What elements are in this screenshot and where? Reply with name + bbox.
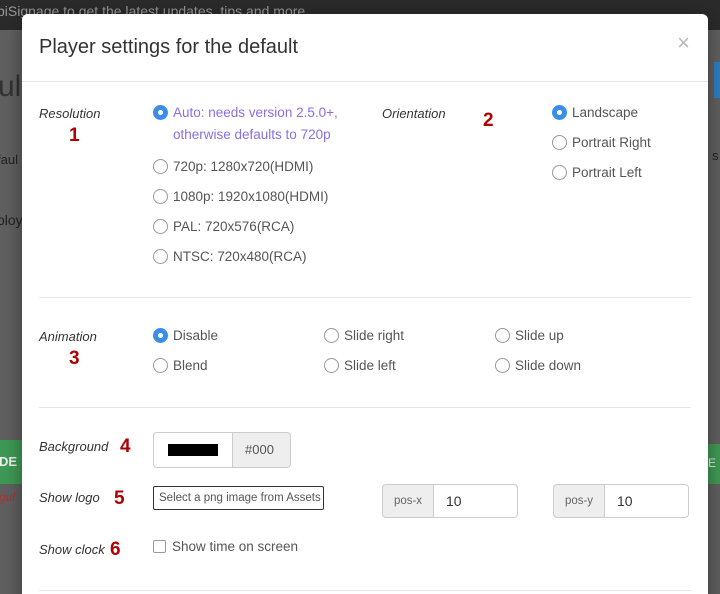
radio-unchecked-icon xyxy=(153,159,168,174)
annotation-number-1: 1 xyxy=(69,125,80,146)
bg-text-fragment: oloy xyxy=(0,212,23,228)
orientation-portrait-right-label: Portrait Right xyxy=(572,135,651,150)
color-hex-value: #000 xyxy=(233,432,291,468)
orientation-portrait-left-label: Portrait Left xyxy=(572,165,642,180)
resolution-pal-label: PAL: 720x576(RCA) xyxy=(173,219,295,234)
animation-slide-left-label: Slide left xyxy=(344,358,396,373)
animation-disable-radio[interactable]: Disable xyxy=(153,325,218,347)
radio-checked-icon xyxy=(153,105,168,120)
close-button[interactable]: × xyxy=(677,32,690,54)
player-settings-modal: Player settings for the default × Resolu… xyxy=(22,14,708,594)
pos-x-input[interactable]: 10 xyxy=(434,484,518,518)
color-swatch xyxy=(168,444,218,456)
orientation-landscape-radio[interactable]: Landscape xyxy=(552,102,638,124)
radio-unchecked-icon xyxy=(153,249,168,264)
radio-unchecked-icon xyxy=(153,358,168,373)
resolution-pal-radio[interactable]: PAL: 720x576(RCA) xyxy=(153,216,294,238)
section-divider xyxy=(39,297,691,298)
orientation-label: Orientation xyxy=(382,106,446,121)
resolution-1080p-radio[interactable]: 1080p: 1920x1080(HDMI) xyxy=(153,186,328,208)
animation-slide-left-radio[interactable]: Slide left xyxy=(324,355,396,377)
resolution-ntsc-radio[interactable]: NTSC: 720x480(RCA) xyxy=(153,246,307,268)
orientation-landscape-label: Landscape xyxy=(572,105,639,120)
resolution-ntsc-label: NTSC: 720x480(RCA) xyxy=(173,249,307,264)
animation-slide-up-radio[interactable]: Slide up xyxy=(495,325,564,347)
radio-unchecked-icon xyxy=(495,358,510,373)
annotation-number-2: 2 xyxy=(483,110,494,131)
show-time-checkbox[interactable]: Show time on screen xyxy=(153,539,298,554)
bg-button-label: E xyxy=(708,456,717,470)
animation-blend-label: Blend xyxy=(173,358,208,373)
radio-checked-icon xyxy=(153,328,168,343)
resolution-auto-label: Auto: needs version 2.5.0+, otherwise de… xyxy=(173,105,338,142)
checkbox-unchecked-icon xyxy=(153,540,166,553)
color-swatch-box[interactable] xyxy=(153,432,233,468)
background-label: Background xyxy=(39,439,109,454)
animation-blend-radio[interactable]: Blend xyxy=(153,355,208,377)
animation-slide-right-label: Slide right xyxy=(344,328,405,343)
background-color-picker[interactable]: #000 xyxy=(153,432,291,468)
annotation-number-3: 3 xyxy=(69,348,80,369)
resolution-720p-label: 720p: 1280x720(HDMI) xyxy=(173,159,314,174)
annotation-number-5: 5 xyxy=(114,488,125,509)
resolution-720p-radio[interactable]: 720p: 1280x720(HDMI) xyxy=(153,156,313,178)
annotation-number-4: 4 xyxy=(120,436,131,457)
section-divider xyxy=(39,407,691,408)
radio-unchecked-icon xyxy=(552,165,567,180)
radio-unchecked-icon xyxy=(324,328,339,343)
animation-slide-right-radio[interactable]: Slide right xyxy=(324,325,404,347)
show-clock-label: Show clock xyxy=(39,542,105,557)
radio-unchecked-icon xyxy=(153,219,168,234)
resolution-1080p-label: 1080p: 1920x1080(HDMI) xyxy=(173,189,329,204)
animation-slide-down-label: Slide down xyxy=(515,358,582,373)
pos-x-group: pos-x 10 xyxy=(382,484,518,518)
pos-y-group: pos-y 10 xyxy=(553,484,689,518)
bg-text-fragment: s xyxy=(712,148,719,163)
pos-y-input[interactable]: 10 xyxy=(605,484,689,518)
resolution-auto-radio[interactable]: Auto: needs version 2.5.0+, otherwise de… xyxy=(153,102,373,146)
radio-unchecked-icon xyxy=(153,189,168,204)
pos-x-addon: pos-x xyxy=(382,484,434,518)
section-divider xyxy=(39,590,691,591)
pos-y-addon: pos-y xyxy=(553,484,605,518)
annotation-number-6: 6 xyxy=(110,539,121,560)
radio-unchecked-icon xyxy=(552,135,567,150)
modal-title: Player settings for the default xyxy=(39,36,299,58)
orientation-portrait-right-radio[interactable]: Portrait Right xyxy=(552,132,651,154)
animation-disable-label: Disable xyxy=(173,328,219,343)
bg-blue-button xyxy=(714,62,720,98)
animation-slide-down-radio[interactable]: Slide down xyxy=(495,355,581,377)
animation-slide-up-label: Slide up xyxy=(515,328,564,343)
logo-asset-select[interactable]: Select a png image from Assets xyxy=(153,486,324,510)
bg-button-label: DE xyxy=(0,454,18,469)
radio-checked-icon xyxy=(552,105,567,120)
modal-header: Player settings for the default × xyxy=(22,14,708,82)
animation-label: Animation xyxy=(39,329,97,344)
resolution-label: Resolution xyxy=(39,106,101,121)
show-time-label: Show time on screen xyxy=(172,539,299,554)
orientation-portrait-left-radio[interactable]: Portrait Left xyxy=(552,162,642,184)
bg-text-fragment: faul xyxy=(0,152,18,167)
radio-unchecked-icon xyxy=(324,358,339,373)
bg-text-fragment: gul xyxy=(0,490,16,504)
radio-unchecked-icon xyxy=(495,328,510,343)
show-logo-label: Show logo xyxy=(39,490,100,505)
